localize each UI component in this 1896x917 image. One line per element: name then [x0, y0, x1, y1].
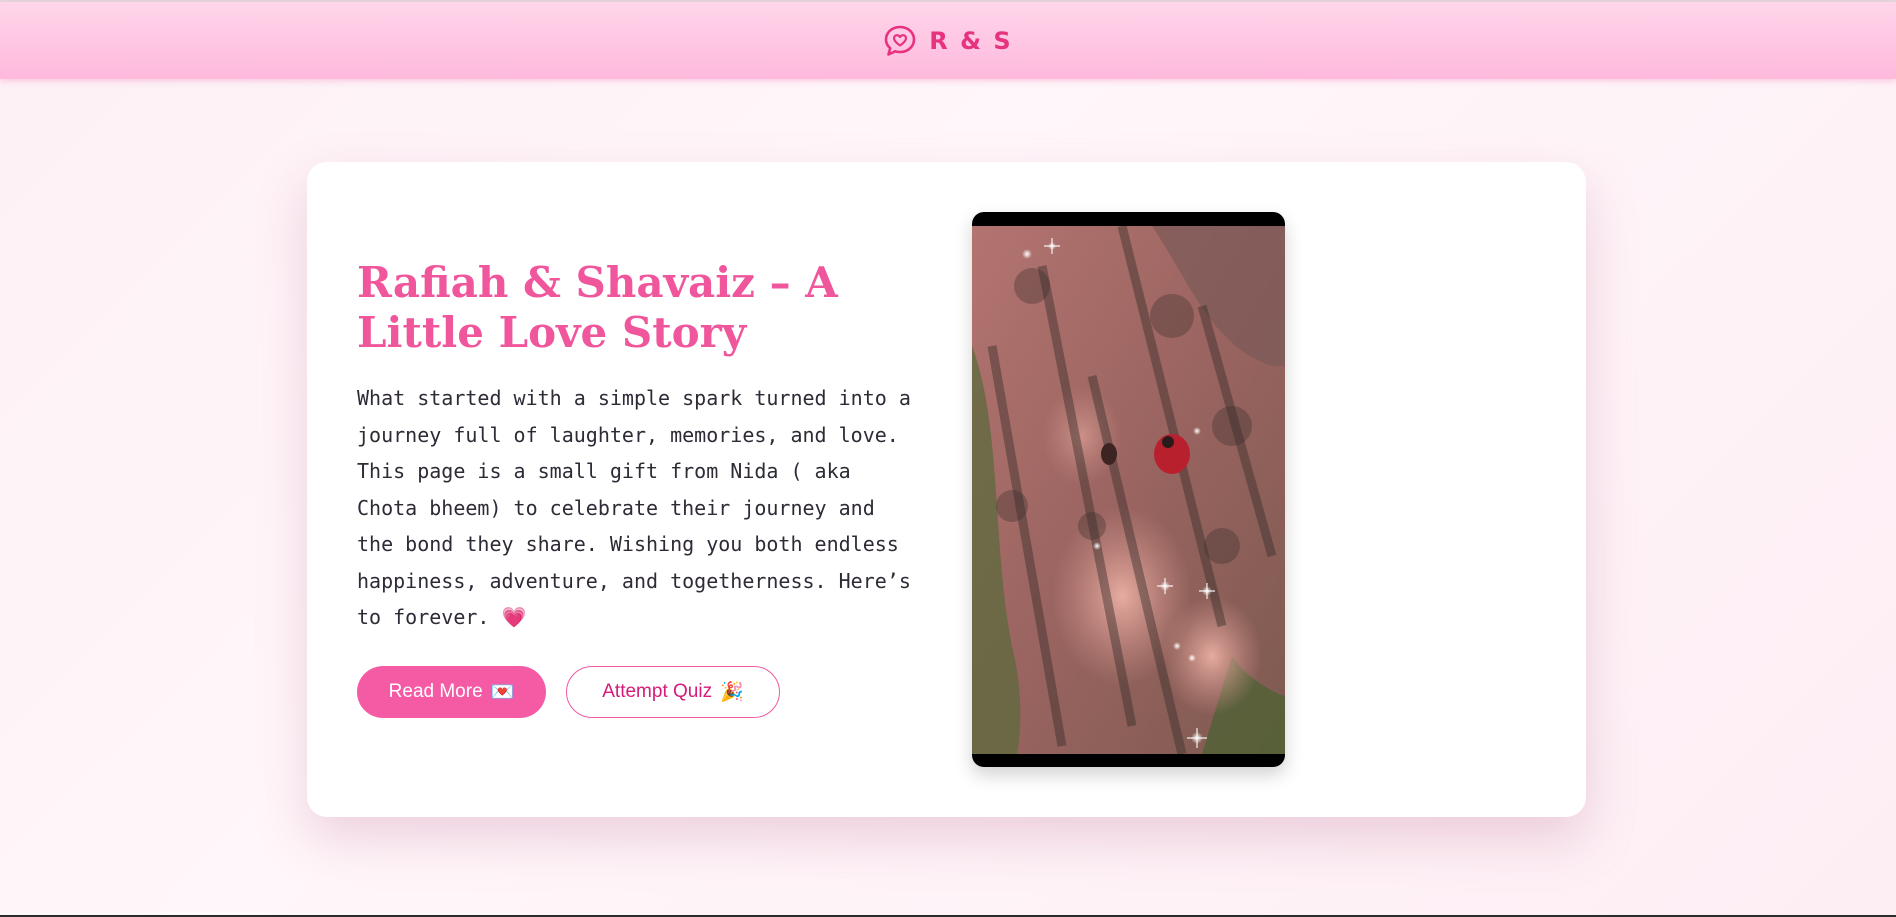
- love-letter-icon: 💌: [490, 682, 515, 703]
- navbar: R & S: [0, 2, 1896, 79]
- couple-video[interactable]: [972, 212, 1285, 767]
- read-more-label: Read More: [388, 681, 483, 702]
- attempt-quiz-button[interactable]: Attempt Quiz 🎉: [566, 666, 780, 718]
- brand[interactable]: R & S: [883, 24, 1012, 58]
- hero-description: What started with a simple spark turned …: [357, 386, 911, 629]
- brand-text: R & S: [929, 26, 1013, 55]
- attempt-quiz-label: Attempt Quiz: [602, 681, 713, 702]
- read-more-button[interactable]: Read More 💌: [357, 666, 546, 718]
- couple-video-frame: [972, 226, 1285, 754]
- hero-title: Rafiah & Shavaiz – A Little Love Story: [357, 258, 838, 357]
- party-popper-icon: 🎉: [720, 682, 744, 703]
- heart-chat-bubble-icon: [884, 25, 916, 56]
